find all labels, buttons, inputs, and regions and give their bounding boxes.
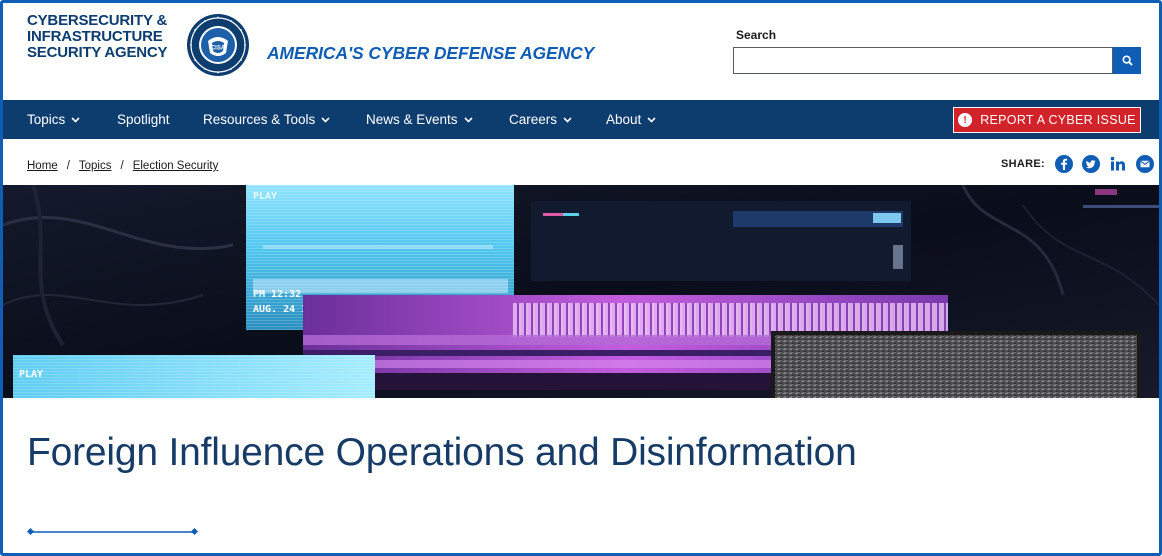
agency-name-line-3: SECURITY AGENCY xyxy=(27,44,168,61)
search-icon xyxy=(1121,55,1133,66)
search-label: Search xyxy=(736,28,777,42)
nav-item-label: Resources & Tools xyxy=(203,112,316,127)
search-button[interactable] xyxy=(1113,47,1141,74)
nav-item-resources-tools[interactable]: Resources & Tools xyxy=(203,100,330,139)
cisa-seal-icon[interactable]: CISA xyxy=(186,13,250,77)
nav-item-label: Spotlight xyxy=(117,112,170,127)
chevron-down-icon xyxy=(71,116,80,123)
chevron-down-icon xyxy=(647,116,656,123)
agency-tagline: AMERICA'S CYBER DEFENSE AGENCY xyxy=(267,43,595,63)
site-header: CYBERSECURITY & INFRASTRUCTURE SECURITY … xyxy=(3,3,1159,100)
hero-banner-image: PLAY PM 12:32 AUG. 24 1988 PLAY xyxy=(3,185,1159,398)
agency-name-line-1: CYBERSECURITY & xyxy=(27,12,168,29)
breadcrumb-bar: Home / Topics / Election Security SHARE: xyxy=(3,139,1159,185)
nav-item-label: About xyxy=(606,112,642,127)
nav-item-topics[interactable]: Topics xyxy=(27,100,80,139)
twitter-icon[interactable] xyxy=(1081,155,1100,173)
share-label: SHARE: xyxy=(1001,158,1045,170)
facebook-icon[interactable] xyxy=(1054,155,1073,173)
alert-icon: ! xyxy=(958,113,973,127)
agency-name-logo[interactable]: CYBERSECURITY & INFRASTRUCTURE SECURITY … xyxy=(27,12,168,61)
browser-frame: CYBERSECURITY & INFRASTRUCTURE SECURITY … xyxy=(0,0,1162,556)
nav-item-about[interactable]: About xyxy=(606,100,656,139)
breadcrumb: Home / Topics / Election Security xyxy=(27,160,218,172)
hero-time-text: PM 12:32 xyxy=(253,289,301,300)
seal-text: CISA xyxy=(211,46,226,52)
nav-item-news-events[interactable]: News & Events xyxy=(366,100,473,139)
hero-play-text-2: PLAY xyxy=(19,369,43,380)
breadcrumb-separator: / xyxy=(66,160,70,172)
chevron-down-icon xyxy=(463,116,473,123)
breadcrumb-topics[interactable]: Topics xyxy=(79,160,112,172)
email-icon[interactable] xyxy=(1135,155,1154,173)
nav-item-label: News & Events xyxy=(366,112,458,127)
share-bar: SHARE: xyxy=(1001,155,1159,173)
breadcrumb-election-security[interactable]: Election Security xyxy=(133,160,219,172)
nav-item-careers[interactable]: Careers xyxy=(509,100,572,139)
hero-screens-illustration: PLAY PM 12:32 AUG. 24 1988 PLAY xyxy=(3,185,1159,398)
report-button-label: REPORT A CYBER ISSUE xyxy=(980,113,1136,127)
linkedin-icon[interactable] xyxy=(1109,155,1127,173)
nav-item-spotlight[interactable]: Spotlight xyxy=(117,100,170,139)
report-cyber-issue-button[interactable]: ! REPORT A CYBER ISSUE xyxy=(953,107,1141,133)
nav-item-label: Careers xyxy=(509,112,558,127)
chevron-down-icon xyxy=(563,116,572,123)
agency-name-line-2: INFRASTRUCTURE xyxy=(27,28,163,45)
hero-play-text: PLAY xyxy=(253,191,277,202)
breadcrumb-separator: / xyxy=(120,160,124,172)
chevron-down-icon xyxy=(321,116,330,123)
nav-item-label: Topics xyxy=(27,112,66,127)
breadcrumb-home[interactable]: Home xyxy=(27,160,58,172)
search-input[interactable] xyxy=(733,47,1113,74)
title-divider xyxy=(27,527,199,536)
page-title: Foreign Influence Operations and Disinfo… xyxy=(27,431,857,474)
